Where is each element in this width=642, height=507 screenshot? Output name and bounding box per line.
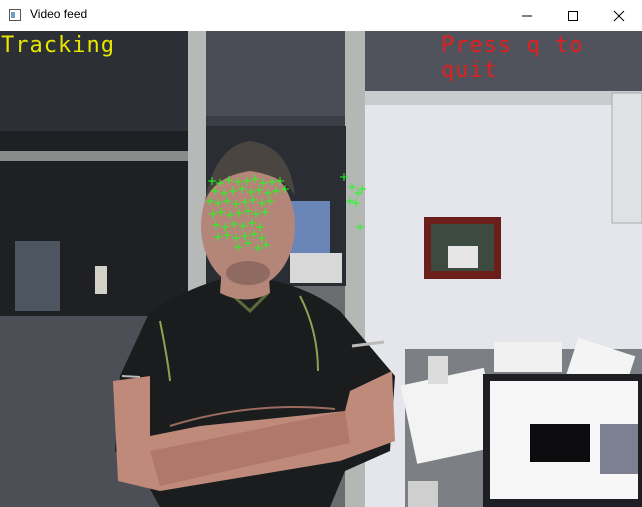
- tracking-point-13: [247, 188, 255, 196]
- tracking-point-31: [252, 210, 260, 218]
- tracking-point-23: [249, 196, 257, 204]
- tracking-status-label: Tracking: [1, 33, 115, 58]
- tracking-point-53: [358, 185, 366, 193]
- video-frame: Tracking Press q to quit: [0, 31, 642, 507]
- minimize-icon: [522, 15, 532, 16]
- tracking-point-36: [239, 222, 247, 230]
- tracking-point-49: [340, 173, 348, 181]
- tracking-point-22: [241, 198, 249, 206]
- tracking-point-9: [211, 187, 219, 195]
- video-feed-window: Video feed Tracking Press q to quit: [0, 0, 642, 507]
- tracking-point-52: [346, 197, 354, 205]
- tracking-point-34: [221, 223, 229, 231]
- window-title: Video feed: [30, 7, 88, 21]
- tracking-point-55: [356, 223, 364, 231]
- close-button[interactable]: [596, 0, 642, 31]
- tracking-point-5: [251, 175, 259, 183]
- tracking-point-8: [276, 177, 284, 185]
- tracking-point-16: [272, 187, 280, 195]
- maximize-button[interactable]: [550, 0, 596, 31]
- tracking-point-38: [256, 223, 264, 231]
- tracking-point-17: [281, 185, 289, 193]
- title-bar[interactable]: Video feed: [0, 0, 642, 32]
- tracking-point-10: [220, 189, 228, 197]
- tracking-point-14: [255, 186, 263, 194]
- tracking-point-25: [266, 197, 274, 205]
- tracking-point-19: [214, 199, 222, 207]
- minimize-button[interactable]: [504, 0, 550, 31]
- app-icon: [9, 9, 21, 21]
- tracking-point-26: [209, 210, 217, 218]
- tracking-markers: [206, 173, 366, 252]
- tracking-point-21: [232, 200, 240, 208]
- close-icon: [613, 10, 625, 21]
- tracking-point-0: [208, 177, 216, 185]
- tracking-point-40: [223, 231, 231, 239]
- tracking-point-32: [261, 208, 269, 216]
- tracking-point-50: [348, 183, 356, 191]
- tracking-point-11: [229, 187, 237, 195]
- tracking-point-24: [258, 199, 266, 207]
- tracking-point-39: [214, 233, 222, 241]
- tracking-point-18: [206, 197, 214, 205]
- tracking-point-15: [264, 189, 272, 197]
- tracking-point-7: [268, 178, 276, 186]
- tracking-point-37: [248, 219, 256, 227]
- tracking-point-41: [232, 234, 240, 242]
- tracking-point-33: [212, 221, 220, 229]
- tracking-point-2: [225, 176, 233, 184]
- tracking-point-28: [226, 211, 234, 219]
- tracking-point-42: [241, 232, 249, 240]
- tracking-point-12: [238, 185, 246, 193]
- tracking-point-35: [230, 220, 238, 228]
- quit-hint-label: Press q to quit: [441, 33, 584, 83]
- tracking-point-1: [216, 179, 224, 187]
- tracking-point-48: [234, 243, 242, 251]
- tracking-point-54: [352, 199, 360, 207]
- maximize-icon: [568, 10, 578, 21]
- tracking-point-27: [217, 208, 225, 216]
- tracking-point-47: [244, 239, 252, 247]
- tracking-point-6: [259, 179, 267, 187]
- tracking-point-29: [235, 209, 243, 217]
- tracking-point-43: [250, 230, 258, 238]
- tracking-point-20: [223, 197, 231, 205]
- tracking-point-30: [244, 207, 252, 215]
- tracking-point-3: [234, 178, 242, 186]
- tracking-point-46: [254, 244, 262, 252]
- tracking-point-51: [354, 189, 362, 197]
- tracking-point-4: [243, 177, 251, 185]
- tracking-point-45: [262, 241, 270, 249]
- tracking-point-44: [258, 234, 266, 242]
